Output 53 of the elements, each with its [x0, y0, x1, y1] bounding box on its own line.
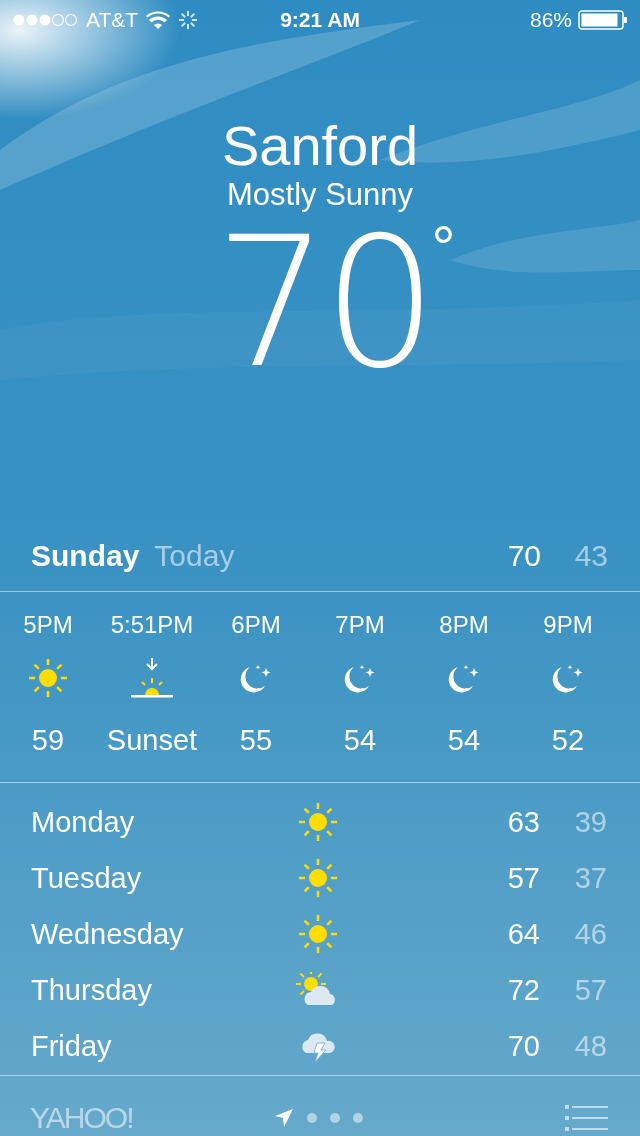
city-name: Sanford	[221, 114, 419, 178]
high-temperature: 57	[506, 861, 540, 895]
low-temperature: 48	[573, 1029, 607, 1063]
hour-value: 54	[343, 723, 377, 757]
status-time: 9:21 AM	[280, 8, 360, 32]
hour-label: 6PM	[231, 611, 281, 639]
degree-sign: °	[431, 213, 456, 283]
high-temperature: 63	[506, 805, 540, 839]
hour-value: 55	[239, 723, 273, 757]
current-temperature: 70	[214, 213, 432, 393]
day-name: Tuesday	[31, 861, 143, 895]
hour-value: 59	[31, 723, 65, 757]
hour-label: 5:51PM	[110, 611, 194, 639]
today-label: Today	[154, 538, 235, 573]
low-temperature: 46	[573, 917, 607, 951]
high-temperature: 70	[506, 1029, 540, 1063]
hour-value: 52	[551, 723, 585, 757]
sun-icon	[298, 858, 338, 898]
hour-value: Sunset	[106, 723, 198, 757]
page-dot[interactable]	[353, 1113, 364, 1123]
sun-icon	[298, 802, 338, 842]
day-name: Wednesday	[31, 917, 185, 951]
low-temperature: 57	[573, 973, 607, 1007]
day-name: Monday	[31, 805, 136, 839]
hour-label: 8PM	[439, 611, 489, 639]
sun-icon	[298, 914, 338, 954]
day-name: Thursday	[31, 973, 153, 1007]
day-name: Sunday	[31, 538, 140, 573]
low-temperature: 37	[573, 861, 607, 895]
battery-percent: 86%	[529, 8, 572, 32]
sun-icon	[28, 658, 68, 698]
high-temperature: 64	[506, 917, 540, 951]
signal-icon	[12, 13, 78, 27]
hour-label: 5PM	[23, 611, 73, 639]
battery-icon	[578, 10, 628, 30]
low-temperature: 43	[573, 538, 608, 573]
yahoo-logo[interactable]: YAHOO!	[30, 1101, 133, 1135]
day-name: Friday	[31, 1029, 113, 1063]
weather-condition: Mostly Sunny	[226, 177, 414, 213]
hour-value: 54	[447, 723, 481, 757]
location-arrow-icon[interactable]	[274, 1108, 295, 1128]
hour-label: 9PM	[543, 611, 593, 639]
wifi-icon	[146, 11, 171, 29]
page-dot[interactable]	[330, 1113, 341, 1123]
low-temperature: 39	[573, 805, 607, 839]
sunset-icon	[130, 657, 174, 699]
high-temperature: 70	[506, 538, 541, 573]
high-temperature: 72	[506, 973, 540, 1007]
page-dot[interactable]	[307, 1113, 318, 1123]
menu-icon[interactable]	[565, 1105, 609, 1131]
carrier-name: AT&T	[86, 8, 139, 32]
activity-icon	[178, 10, 199, 30]
hour-label: 7PM	[335, 611, 385, 639]
